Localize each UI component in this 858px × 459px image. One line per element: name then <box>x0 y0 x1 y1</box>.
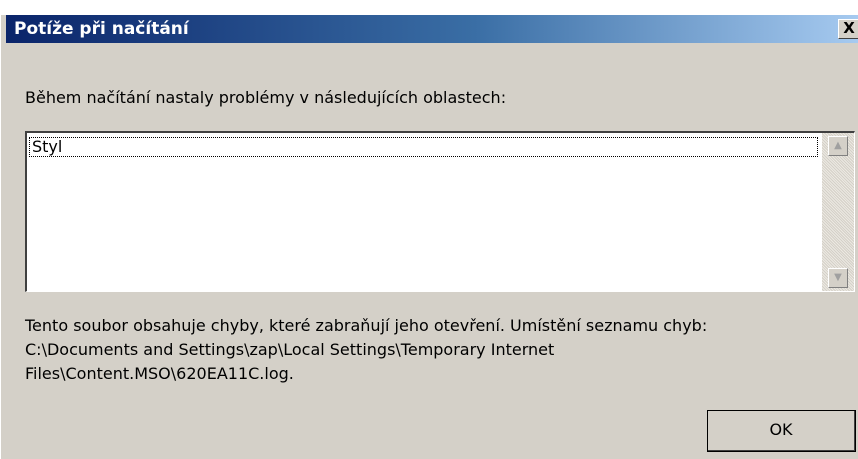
info-line: C:\Documents and Settings\zap\Local Sett… <box>25 340 555 359</box>
ok-button[interactable]: OK <box>707 410 856 452</box>
triangle-up-icon: ▲ <box>834 140 842 151</box>
scroll-down-button[interactable]: ▼ <box>828 268 848 288</box>
info-line: Files\Content.MSO\620EA11C.log. <box>25 364 294 383</box>
error-info-text: Tento soubor obsahuje chyby, které zabra… <box>25 314 853 386</box>
problem-message: Během načítání nastaly problémy v násled… <box>25 88 507 107</box>
dialog-titlebar[interactable]: Potíže při načítání X <box>6 15 858 43</box>
list-item[interactable]: Styl <box>29 137 818 157</box>
info-line: Tento soubor obsahuje chyby, které zabra… <box>25 316 708 335</box>
scroll-up-button[interactable]: ▲ <box>828 136 848 156</box>
list-scrollbar[interactable]: ▲ ▼ <box>822 133 854 291</box>
triangle-down-icon: ▼ <box>834 272 842 283</box>
problem-list[interactable]: Styl ▲ ▼ <box>25 131 855 292</box>
close-button[interactable]: X <box>838 19 858 39</box>
dialog-title: Potíže při načítání <box>14 19 189 39</box>
